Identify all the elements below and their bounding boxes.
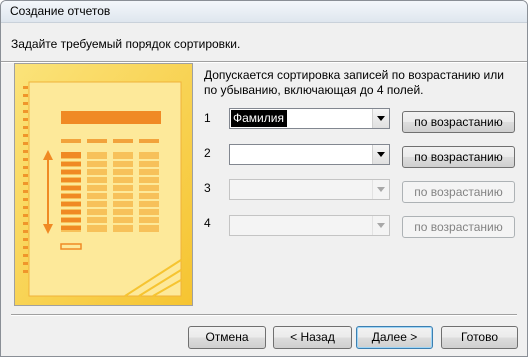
footer-separator (11, 314, 517, 316)
next-button[interactable]: Далее > (356, 326, 433, 349)
sort-order-4-button[interactable]: по возрастанию (402, 216, 515, 238)
sort-field-2-combo[interactable] (229, 144, 390, 165)
report-illustration (14, 63, 193, 306)
sort-description: Допускается сортировка записей по возрас… (204, 68, 504, 97)
sort-field-1-combo[interactable]: Фамилия (229, 108, 390, 129)
sort-order-1-button[interactable]: по возрастанию (402, 111, 515, 133)
cancel-button[interactable]: Отмена (188, 326, 266, 349)
sort-field-3-combo[interactable] (229, 179, 390, 200)
chevron-down-icon[interactable] (372, 180, 389, 199)
title-bar[interactable]: Создание отчетов (1, 1, 527, 23)
sort-field-4-value (231, 217, 236, 234)
sort-row-1-number: 1 (204, 111, 211, 125)
chevron-down-icon[interactable] (372, 109, 389, 128)
sort-row-3-number: 3 (204, 181, 211, 195)
sort-field-2-value (231, 146, 236, 163)
sort-row-2-number: 2 (204, 146, 211, 160)
header-pane: Задайте требуемый порядок сортировки. (1, 23, 527, 61)
sort-field-4-combo[interactable] (229, 215, 390, 236)
sort-order-2-button[interactable]: по возрастанию (402, 146, 515, 168)
step-prompt: Задайте требуемый порядок сортировки. (11, 37, 241, 51)
back-button[interactable]: < Назад (273, 326, 352, 349)
finish-button[interactable]: Готово (441, 326, 518, 349)
report-preview-image (15, 64, 192, 305)
sort-field-3-value (231, 181, 236, 198)
sort-row-4-number: 4 (204, 216, 211, 230)
sort-order-3-button[interactable]: по возрастанию (402, 181, 515, 203)
window-title: Создание отчетов (10, 4, 111, 18)
chevron-down-icon[interactable] (372, 145, 389, 164)
sort-field-1-value: Фамилия (231, 110, 287, 127)
chevron-down-icon[interactable] (372, 216, 389, 235)
report-wizard-window: Создание отчетов Задайте требуемый поряд… (0, 0, 528, 357)
